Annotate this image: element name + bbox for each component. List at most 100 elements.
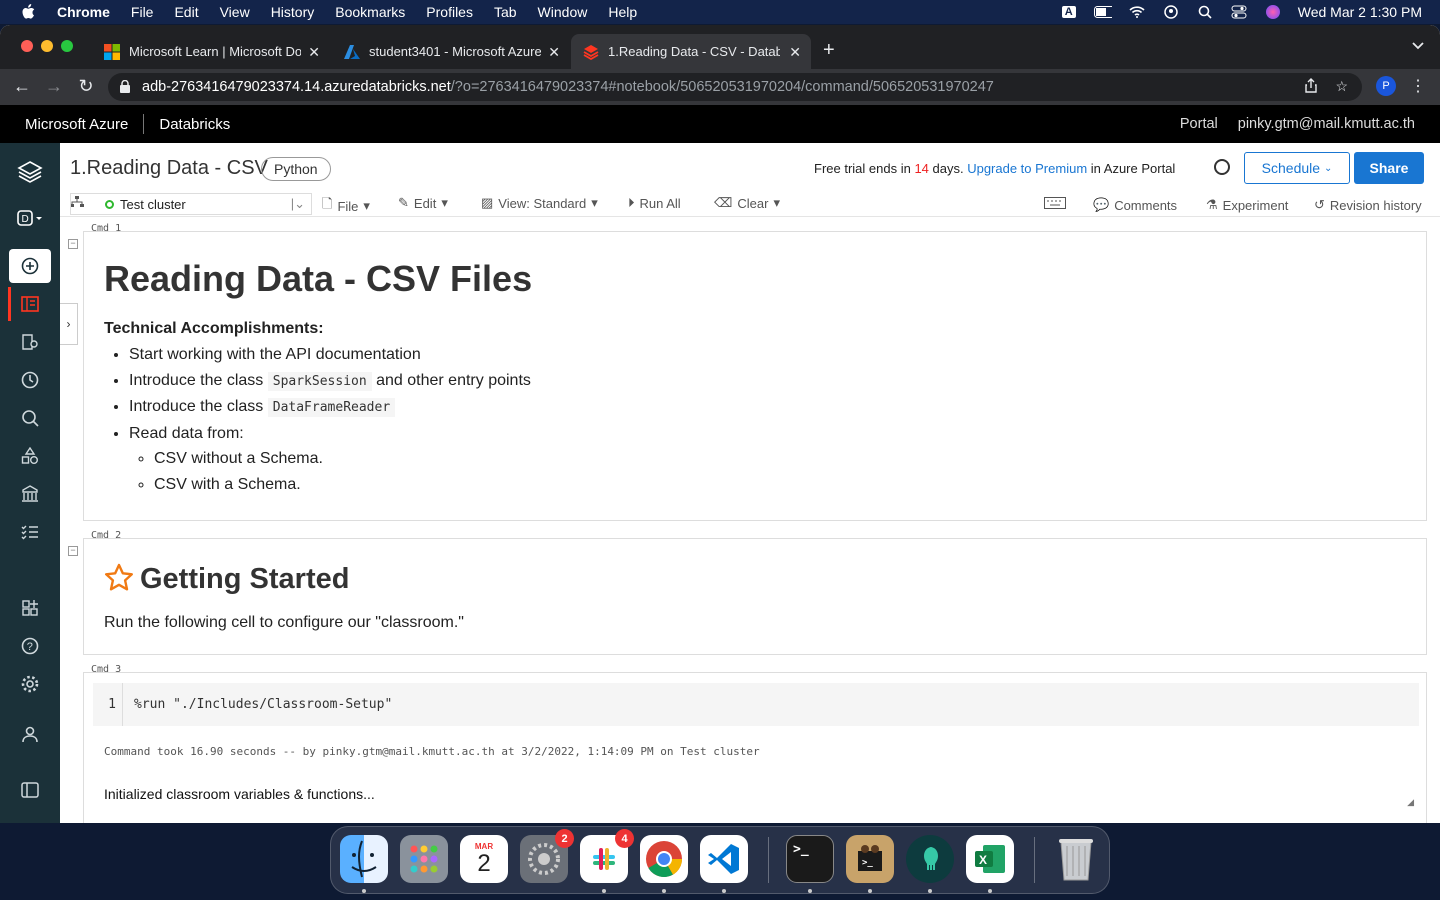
user-account-icon[interactable] bbox=[10, 717, 50, 751]
cluster-name: Test cluster bbox=[120, 196, 186, 212]
tab-databricks-notebook[interactable]: 1.Reading Data - CSV - Databri ✕ bbox=[571, 34, 811, 69]
menubar-clock[interactable]: Wed Mar 2 1:30 PM bbox=[1298, 4, 1422, 20]
share-page-icon[interactable] bbox=[1305, 78, 1318, 96]
schedule-clock-icon[interactable] bbox=[1214, 159, 1230, 175]
trash-icon[interactable] bbox=[1052, 835, 1100, 883]
collapse-cell-icon[interactable]: − bbox=[68, 546, 78, 556]
experiment-button[interactable]: ⚗ Experiment bbox=[1206, 197, 1288, 213]
comments-button[interactable]: 💬 Comments bbox=[1093, 197, 1177, 213]
language-badge[interactable]: Python bbox=[261, 157, 331, 181]
tab-azure-portal[interactable]: student3401 - Microsoft Azure ✕ bbox=[332, 34, 570, 69]
apple-icon[interactable] bbox=[20, 3, 36, 21]
clear-menu[interactable]: ⌫ Clear ▾ bbox=[714, 195, 780, 211]
wifi-icon[interactable] bbox=[1128, 5, 1146, 19]
search-icon[interactable] bbox=[10, 401, 50, 435]
view-menu[interactable]: ▨ View: Standard ▾ bbox=[481, 195, 598, 211]
system-preferences-icon[interactable]: 2 bbox=[520, 829, 574, 883]
keyboard-shortcuts-icon[interactable] bbox=[1044, 197, 1066, 209]
menu-edit[interactable]: Edit bbox=[174, 4, 198, 20]
markdown-cell[interactable]: Getting Started Run the following cell t… bbox=[83, 538, 1427, 655]
finder-icon[interactable] bbox=[340, 835, 388, 883]
jobs-icon[interactable] bbox=[10, 515, 50, 549]
vscode-icon[interactable] bbox=[700, 835, 748, 883]
list-item: Start working with the API documentation bbox=[129, 342, 1406, 368]
collapse-cell-icon[interactable]: − bbox=[68, 239, 78, 249]
edit-menu[interactable]: ✎ Edit ▾ bbox=[398, 195, 448, 211]
cell-heading: Getting Started bbox=[140, 563, 350, 595]
calendar-icon[interactable]: MAR 2 bbox=[460, 835, 508, 883]
portal-link[interactable]: Portal bbox=[1180, 116, 1218, 132]
resize-handle-icon[interactable]: ◢ bbox=[1407, 797, 1414, 808]
azure-brand[interactable]: Microsoft Azure bbox=[25, 116, 128, 133]
partner-connect-icon[interactable] bbox=[10, 591, 50, 625]
chevron-down-icon: |⌄ bbox=[290, 196, 305, 211]
code-text[interactable]: %run "./Includes/Classroom-Setup" bbox=[134, 683, 392, 726]
workspace-icon[interactable] bbox=[8, 287, 48, 321]
spotlight-search-icon[interactable] bbox=[1196, 5, 1214, 19]
terminal-icon[interactable]: >_ bbox=[786, 835, 834, 883]
persona-switcher-icon[interactable]: D bbox=[10, 201, 50, 235]
databricks-app: D ? › 1.Reading Data - CSV Python Free t… bbox=[0, 143, 1440, 823]
menu-view[interactable]: View bbox=[220, 4, 250, 20]
address-bar[interactable]: adb-2763416479023374.14.azuredatabricks.… bbox=[108, 73, 1362, 101]
control-center-icon[interactable] bbox=[1230, 5, 1248, 19]
gitkraken-icon[interactable] bbox=[906, 835, 954, 883]
close-window-button[interactable] bbox=[21, 40, 33, 52]
menu-window[interactable]: Window bbox=[538, 4, 588, 20]
upgrade-link[interactable]: Upgrade to Premium bbox=[967, 161, 1087, 176]
back-arrow-icon[interactable]: ← bbox=[11, 76, 33, 97]
collapse-sidebar-icon[interactable] bbox=[10, 773, 50, 807]
menu-tab[interactable]: Tab bbox=[494, 4, 517, 20]
databricks-home-icon[interactable] bbox=[10, 155, 50, 189]
compute-icon[interactable] bbox=[10, 477, 50, 511]
share-button[interactable]: Share bbox=[1354, 152, 1424, 184]
chrome-menu-icon[interactable]: ⋮ bbox=[1410, 76, 1426, 96]
minimize-window-button[interactable] bbox=[41, 40, 53, 52]
repos-icon[interactable] bbox=[10, 325, 50, 359]
excel-icon[interactable]: X bbox=[966, 835, 1014, 883]
close-tab-icon[interactable]: ✕ bbox=[789, 44, 801, 61]
recents-clock-icon[interactable] bbox=[10, 363, 50, 397]
bookmark-star-icon[interactable]: ☆ bbox=[1335, 78, 1348, 96]
data-icon[interactable] bbox=[10, 439, 50, 473]
close-tab-icon[interactable]: ✕ bbox=[548, 44, 560, 61]
user-switch-icon[interactable] bbox=[1162, 5, 1180, 19]
battery-icon[interactable] bbox=[1093, 5, 1112, 19]
menu-app-name[interactable]: Chrome bbox=[57, 4, 110, 20]
code-editor[interactable]: 1 %run "./Includes/Classroom-Setup" bbox=[93, 683, 1419, 726]
slack-icon[interactable]: 4 bbox=[580, 829, 634, 883]
schedule-button[interactable]: Schedule ⌄ bbox=[1244, 152, 1350, 184]
code-cell[interactable]: 1 %run "./Includes/Classroom-Setup" Comm… bbox=[83, 672, 1427, 823]
cluster-selector[interactable]: Test cluster |⌄ bbox=[70, 193, 312, 215]
zoom-window-button[interactable] bbox=[61, 40, 73, 52]
menu-bookmarks[interactable]: Bookmarks bbox=[335, 4, 405, 20]
chrome-icon[interactable] bbox=[640, 835, 688, 883]
tab-search-chevron-icon[interactable] bbox=[1412, 39, 1424, 53]
markdown-cell[interactable]: Reading Data - CSV Files Technical Accom… bbox=[83, 231, 1427, 521]
menu-history[interactable]: History bbox=[271, 4, 315, 20]
profile-avatar[interactable]: P bbox=[1376, 76, 1396, 96]
create-icon[interactable] bbox=[9, 249, 51, 283]
tab-microsoft-learn[interactable]: Microsoft Learn | Microsoft Do ✕ bbox=[92, 34, 330, 69]
list-item: CSV with a Schema. bbox=[154, 472, 1406, 498]
run-all-button[interactable]: ⏵ Run All bbox=[628, 195, 681, 211]
menu-profiles[interactable]: Profiles bbox=[426, 4, 473, 20]
revision-history-button[interactable]: ↺ Revision history bbox=[1314, 197, 1422, 213]
new-tab-icon[interactable]: + bbox=[823, 39, 835, 62]
lock-icon[interactable] bbox=[120, 79, 130, 93]
menu-file[interactable]: File bbox=[131, 4, 154, 20]
databricks-product[interactable]: Databricks bbox=[159, 116, 230, 133]
input-source-icon[interactable]: A bbox=[1060, 5, 1078, 19]
forward-arrow-icon[interactable]: → bbox=[43, 76, 65, 97]
settings-gear-icon[interactable] bbox=[10, 667, 50, 701]
help-icon[interactable]: ? bbox=[10, 629, 50, 663]
siri-icon[interactable] bbox=[1264, 5, 1282, 19]
user-email[interactable]: pinky.gtm@mail.kmutt.ac.th bbox=[1238, 116, 1415, 132]
notebook-title[interactable]: 1.Reading Data - CSV bbox=[70, 157, 268, 180]
file-menu[interactable]: 🗋 File ▾ bbox=[322, 195, 370, 217]
launchpad-icon[interactable] bbox=[400, 835, 448, 883]
reload-icon[interactable]: ↻ bbox=[75, 76, 97, 97]
close-tab-icon[interactable]: ✕ bbox=[308, 44, 320, 61]
terminal-theme-app-icon[interactable]: >_ bbox=[846, 835, 894, 883]
menu-help[interactable]: Help bbox=[608, 4, 637, 20]
